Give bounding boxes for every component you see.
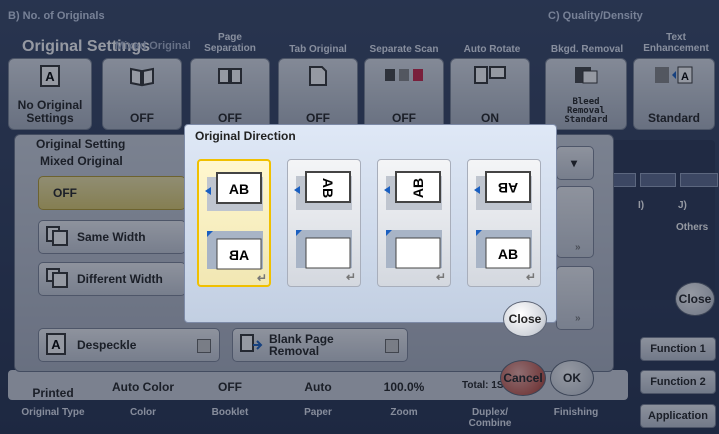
popup-title: Original Direction xyxy=(195,129,296,143)
popup-close-button[interactable]: Close xyxy=(503,301,547,337)
direction-icon-4: AB AB xyxy=(474,171,532,269)
direction-option-1[interactable]: AB AB ↵ xyxy=(197,159,271,287)
popup-close-label: Close xyxy=(508,312,542,326)
direction-icon-1: AB AB xyxy=(205,172,263,270)
svg-text:AB: AB xyxy=(229,247,249,263)
return-arrow-icon-1: ↵ xyxy=(257,271,268,285)
direction-option-3[interactable]: AB ↵ xyxy=(377,159,451,287)
direction-option-4[interactable]: AB AB ↵ xyxy=(467,159,541,287)
direction-option-2[interactable]: AB ↵ xyxy=(287,159,361,287)
original-direction-popup: Original Direction AB AB ↵ AB ↵ AB ↵ AB … xyxy=(184,124,557,337)
direction-icon-3: AB xyxy=(384,171,442,269)
svg-text:AB: AB xyxy=(320,178,336,198)
direction-icon-2: AB xyxy=(294,171,352,269)
svg-text:AB: AB xyxy=(498,246,518,262)
svg-text:AB: AB xyxy=(498,180,518,196)
return-arrow-icon-2: ↵ xyxy=(346,270,357,284)
svg-text:AB: AB xyxy=(410,178,426,198)
return-arrow-icon-3: ↵ xyxy=(436,270,447,284)
return-arrow-icon-4: ↵ xyxy=(526,270,537,284)
svg-text:AB: AB xyxy=(229,181,249,197)
